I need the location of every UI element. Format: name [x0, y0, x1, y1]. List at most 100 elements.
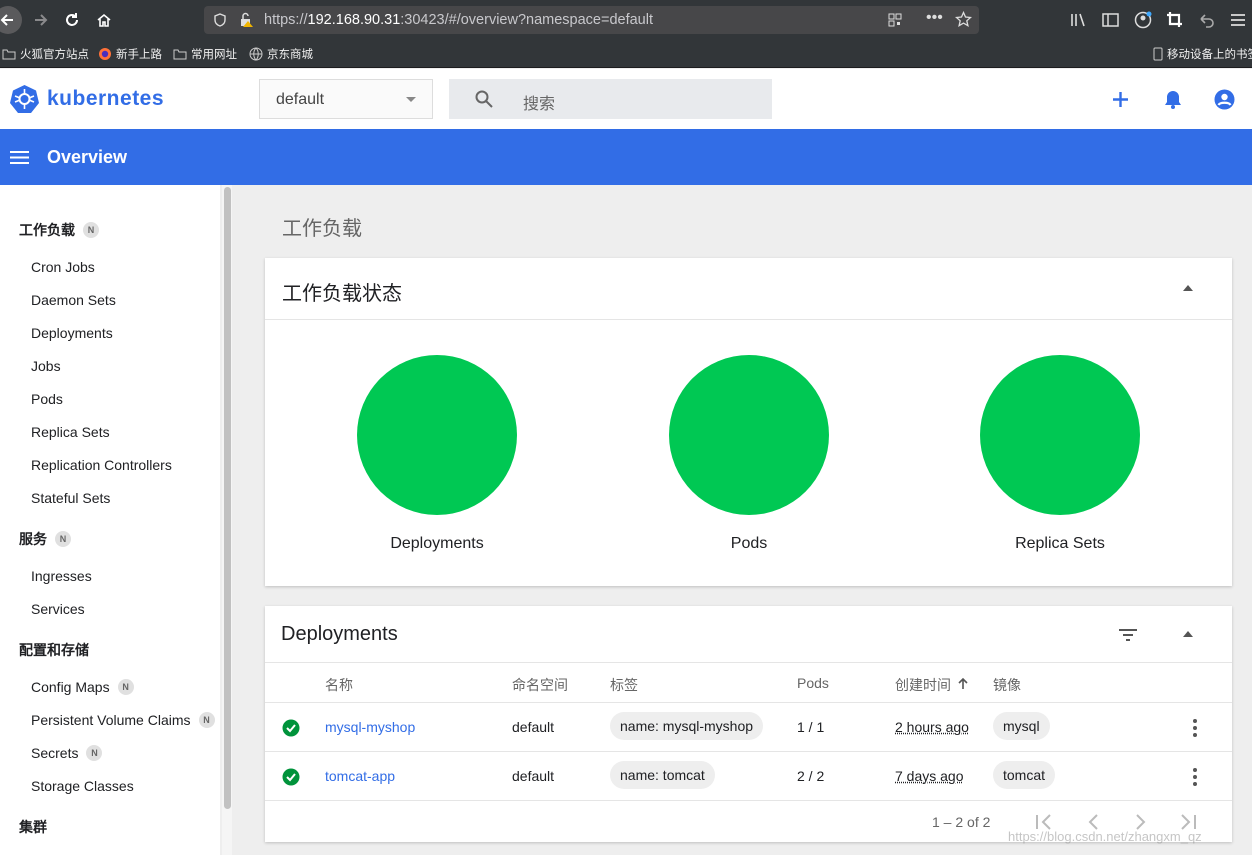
more-icon[interactable]: ••• — [926, 9, 943, 27]
scrollbar-thumb[interactable] — [224, 187, 231, 809]
divider — [265, 319, 1232, 320]
globe-icon — [249, 47, 263, 61]
menu-icon[interactable] — [1230, 12, 1246, 28]
deployments-status-chart[interactable] — [357, 355, 517, 515]
sidebar-toggle-icon[interactable] — [1102, 12, 1120, 28]
back-button[interactable] — [0, 6, 22, 34]
sidebar-section-config-storage[interactable]: 配置和存储 — [19, 640, 89, 660]
pods-cell: 1 / 1 — [797, 719, 825, 735]
logo-text: kubernetes — [47, 86, 165, 110]
table-header: 名称 命名空间 标签 Pods 创建时间 镜像 — [265, 662, 1232, 702]
card-title: 工作负载状态 — [282, 283, 402, 305]
pods-cell: 2 / 2 — [797, 768, 825, 784]
account-icon[interactable] — [1134, 11, 1152, 29]
namespace-select[interactable]: default — [259, 79, 433, 119]
mobile-device-icon — [1153, 47, 1163, 61]
caret-down-icon — [406, 97, 416, 102]
browser-toolbar: https://192.168.90.31:30423/#/overview?n… — [0, 0, 1252, 40]
user-account-icon[interactable] — [1214, 89, 1235, 110]
undo-icon[interactable] — [1198, 12, 1216, 28]
filter-icon[interactable] — [1118, 628, 1138, 642]
created-cell[interactable]: 7 days ago — [895, 768, 964, 784]
next-page-icon[interactable] — [1135, 814, 1147, 830]
sidebar-section-workloads[interactable]: 工作负载 N — [19, 220, 99, 240]
bookmark-item[interactable]: 常用网址 — [173, 46, 237, 62]
mobile-bookmarks[interactable]: 移动设备上的书签 — [1153, 46, 1252, 62]
page-title: Overview — [47, 147, 128, 167]
library-icon[interactable] — [1070, 12, 1088, 28]
status-ok-icon — [282, 719, 300, 737]
replica-sets-status-chart[interactable] — [980, 355, 1140, 515]
forward-button[interactable] — [26, 6, 54, 34]
bookmark-item[interactable]: 京东商城 — [249, 46, 313, 62]
bookmarks-bar: 火狐官方站点 新手上路 常用网址 京东商城 移动设备上的书签 — [0, 40, 1252, 68]
bookmark-item[interactable]: 新手上路 — [98, 46, 162, 62]
namespaced-badge: N — [117, 679, 134, 695]
sidebar: 工作负载 N Cron Jobs Daemon Sets Deployments … — [0, 185, 220, 855]
sidebar-item-persistent-volume-claims[interactable]: Persistent Volume Claims N — [31, 712, 215, 728]
sidebar-section-services[interactable]: 服务 N — [19, 529, 71, 549]
sidebar-item-stateful-sets[interactable]: Stateful Sets — [31, 490, 110, 506]
folder-icon — [173, 48, 187, 60]
sidebar-item-daemon-sets[interactable]: Daemon Sets — [31, 292, 116, 308]
table-row: mysql-myshop default name: mysql-myshop … — [265, 702, 1232, 751]
sidebar-item-storage-classes[interactable]: Storage Classes — [31, 778, 134, 794]
column-header-images: 镜像 — [993, 677, 1021, 693]
namespace-cell: default — [512, 719, 555, 735]
sidebar-item-cron-jobs[interactable]: Cron Jobs — [31, 259, 95, 275]
deployment-name-link[interactable]: tomcat-app — [325, 768, 395, 784]
image-chip: mysql — [993, 712, 1050, 740]
first-page-icon[interactable] — [1035, 814, 1053, 830]
previous-page-icon[interactable] — [1087, 814, 1099, 830]
column-header-namespace: 命名空间 — [512, 677, 568, 693]
hamburger-menu-icon[interactable] — [10, 151, 29, 164]
sidebar-scrollbar[interactable] — [222, 185, 232, 855]
sidebar-item-pods[interactable]: Pods — [31, 391, 63, 407]
url-text: https://192.168.90.31:30423/#/overview?n… — [264, 12, 653, 28]
sidebar-section-cluster[interactable]: 集群 — [19, 817, 47, 837]
arrow-left-icon — [0, 14, 13, 26]
sidebar-item-deployments[interactable]: Deployments — [31, 325, 113, 341]
sidebar-item-jobs[interactable]: Jobs — [31, 358, 61, 374]
sidebar-item-replica-sets[interactable]: Replica Sets — [31, 424, 110, 440]
chart-label: Pods — [730, 535, 768, 552]
add-icon[interactable] — [1112, 91, 1129, 108]
created-cell[interactable]: 2 hours ago — [895, 719, 969, 735]
more-vert-icon[interactable] — [1193, 768, 1197, 786]
namespaced-badge: N — [55, 531, 71, 547]
sidebar-item-replication-controllers[interactable]: Replication Controllers — [31, 457, 172, 473]
sidebar-item-secrets[interactable]: Secrets N — [31, 745, 103, 761]
search-input[interactable]: 搜索 — [523, 90, 555, 114]
reload-button[interactable] — [58, 6, 86, 34]
more-vert-icon[interactable] — [1193, 719, 1197, 737]
pagination-range: 1 – 2 of 2 — [932, 814, 991, 830]
home-button[interactable] — [90, 6, 118, 34]
search-box[interactable]: 搜索 — [449, 79, 772, 119]
deployments-card: Deployments 名称 命名空间 标签 Pods 创建时间 镜像 mysq… — [265, 606, 1232, 842]
sidebar-item-services[interactable]: Services — [31, 601, 85, 617]
logo[interactable]: kubernetes — [10, 84, 164, 113]
url-bar[interactable]: https://192.168.90.31:30423/#/overview?n… — [204, 6, 979, 34]
pods-status-chart[interactable] — [669, 355, 829, 515]
crop-icon[interactable] — [1166, 11, 1184, 29]
column-header-name[interactable]: 名称 — [325, 675, 353, 695]
sidebar-item-config-maps[interactable]: Config Maps N — [31, 679, 134, 695]
card-title: Deployments — [281, 623, 398, 645]
deployment-name-link[interactable]: mysql-myshop — [325, 719, 415, 735]
sort-arrow-up-icon[interactable] — [957, 677, 969, 690]
kubernetes-logo-icon — [10, 85, 39, 113]
namespace-value: default — [276, 91, 325, 108]
collapse-icon[interactable] — [1183, 631, 1193, 637]
chart-label: Replica Sets — [1015, 535, 1105, 552]
notifications-bell-icon[interactable] — [1163, 89, 1183, 110]
collapse-icon[interactable] — [1183, 285, 1193, 291]
bookmark-item[interactable]: 火狐官方站点 — [2, 46, 89, 62]
star-icon[interactable] — [955, 11, 972, 28]
namespaced-badge: N — [83, 222, 99, 238]
qr-code-icon[interactable] — [888, 13, 902, 27]
sidebar-item-ingresses[interactable]: Ingresses — [31, 568, 92, 584]
column-header-created[interactable]: 创建时间 — [895, 675, 951, 695]
status-ok-icon — [282, 768, 300, 786]
table-row: tomcat-app default name: tomcat 2 / 2 7 … — [265, 751, 1232, 800]
last-page-icon[interactable] — [1179, 814, 1197, 830]
